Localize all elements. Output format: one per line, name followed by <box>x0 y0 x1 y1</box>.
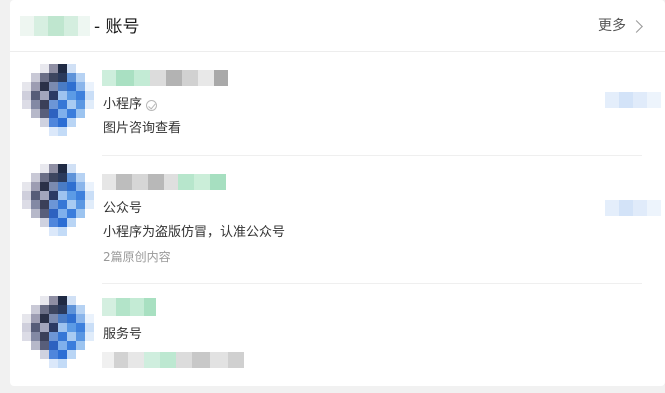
account-description-blurred <box>102 352 244 368</box>
account-name-blurred <box>102 70 228 86</box>
account-name-blurred <box>102 298 156 316</box>
more-button[interactable]: 更多 <box>598 16 643 36</box>
avatar <box>22 64 94 136</box>
account-type-label: 服务号 <box>103 327 143 342</box>
account-description: 小程序为盗版仿冒，认准公众号 <box>103 225 286 240</box>
account-result-item[interactable]: 服务号 <box>10 284 665 386</box>
section-title: - 账号 <box>94 17 140 37</box>
section-header: - 账号 更多 <box>10 0 665 52</box>
verified-check-icon <box>146 99 158 111</box>
right-action-blurred <box>605 200 661 216</box>
account-result-item[interactable]: 公众号 小程序为盗版仿冒，认准公众号 2篇原创内容 <box>10 156 665 284</box>
original-content-count: 2篇原创内容 <box>103 250 171 264</box>
account-type-label: 小程序 <box>103 96 158 114</box>
account-description: 图片咨询查看 <box>103 121 182 136</box>
account-result-item[interactable]: 小程序 图片咨询查看 <box>10 52 665 156</box>
blurred-query <box>20 16 90 36</box>
chevron-right-icon <box>630 19 643 33</box>
account-name-blurred <box>102 174 226 190</box>
avatar <box>22 296 94 368</box>
account-type-label: 公众号 <box>103 201 143 216</box>
more-label: 更多 <box>598 18 626 34</box>
right-action-blurred <box>605 92 661 108</box>
avatar <box>22 164 94 236</box>
account-results-card: - 账号 更多 小程序 图片咨询查看 公众号 小程序为盗版仿冒，认准公众号 2篇… <box>10 0 665 386</box>
